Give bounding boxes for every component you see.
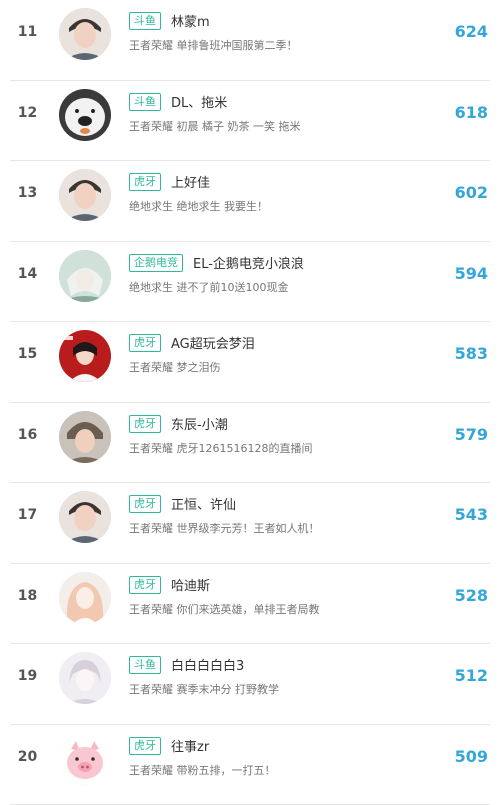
- score-value: 624: [455, 22, 488, 41]
- list-item[interactable]: 18 虎牙哈迪斯王者荣耀 你们来选英雄，单排王者局教 528: [0, 564, 500, 645]
- streamer-name[interactable]: 往事zr: [171, 736, 209, 755]
- rank-number: 16: [0, 427, 55, 443]
- stream-description: 王者荣耀 初晨 橘子 奶茶 一笑 拖米: [129, 118, 300, 134]
- platform-tag: 企鹅电竞: [129, 254, 183, 272]
- score-value: 528: [455, 586, 488, 605]
- stream-description: 王者荣耀 梦之泪伤: [129, 359, 221, 375]
- list-item[interactable]: 19 斗鱼白白白白白3 王者荣耀 赛季末冲分 打野教学 512: [0, 644, 500, 725]
- score-value: 579: [455, 425, 488, 444]
- stream-description: 绝地求生 绝地求生 我要生！: [129, 198, 268, 214]
- score-value: 602: [455, 183, 488, 202]
- streamer-name[interactable]: DL、拖米: [171, 92, 227, 111]
- streamer-name[interactable]: 哈迪斯: [171, 575, 210, 594]
- avatar[interactable]: [59, 652, 111, 704]
- score-value: 618: [455, 103, 488, 122]
- list-item[interactable]: 20 虎牙往事zr 王者荣耀 带粉五排，一打五！ 509: [0, 725, 500, 805]
- list-item[interactable]: 13 虎牙上好佳绝地求生 绝地求生 我要生！ 602: [0, 161, 500, 242]
- streamer-name[interactable]: 东辰-小潮: [171, 414, 228, 433]
- stream-description: 王者荣耀 世界级李元芳！王者如人机！: [129, 520, 320, 536]
- streamer-name[interactable]: 正恒、许仙: [171, 494, 236, 513]
- list-item[interactable]: 14 企鹅电竞 EL-企鹅电竞小浪浪绝地求生 进不了前10送100现金 594: [0, 242, 500, 323]
- score-value: 509: [455, 747, 488, 766]
- stream-description: 王者荣耀 你们来选英雄，单排王者局教: [129, 601, 320, 617]
- score-value: 594: [455, 264, 488, 283]
- platform-tag: 斗鱼: [129, 12, 161, 30]
- ranking-list: 11斗鱼林蒙m王者荣耀 单排鲁班冲国服第二季！62412斗鱼DL、拖米王者荣耀 …: [0, 0, 500, 805]
- rank-number: 19: [0, 668, 55, 684]
- list-item[interactable]: 16 虎牙东辰-小潮王者荣耀 虎牙1261516128的直播间 579: [0, 403, 500, 484]
- streamer-name[interactable]: 林蒙m: [171, 11, 210, 30]
- streamer-name[interactable]: 上好佳: [171, 172, 210, 191]
- platform-tag: 虎牙: [129, 415, 161, 433]
- platform-tag: 虎牙: [129, 173, 161, 191]
- score-value: 583: [455, 344, 488, 363]
- list-item[interactable]: 15 虎牙 AG超玩会梦泪王者荣耀 梦之泪伤 583: [0, 322, 500, 403]
- rank-number: 18: [0, 588, 55, 604]
- rank-number: 17: [0, 507, 55, 523]
- avatar[interactable]: [59, 491, 111, 543]
- rank-number: 11: [0, 24, 55, 40]
- streamer-name[interactable]: AG超玩会梦泪: [171, 333, 255, 352]
- rank-number: 20: [0, 749, 55, 765]
- platform-tag: 斗鱼: [129, 93, 161, 111]
- avatar[interactable]: [59, 169, 111, 221]
- platform-tag: 虎牙: [129, 334, 161, 352]
- avatar[interactable]: [59, 411, 111, 463]
- platform-tag: 虎牙: [129, 495, 161, 513]
- rank-number: 12: [0, 105, 55, 121]
- score-value: 543: [455, 505, 488, 524]
- rank-number: 13: [0, 185, 55, 201]
- list-item[interactable]: 11 斗鱼林蒙m 王者荣耀 单排鲁班冲国服第二季！ 624: [0, 0, 500, 81]
- avatar[interactable]: [59, 330, 111, 382]
- stream-description: 王者荣耀 虎牙1261516128的直播间: [129, 440, 312, 456]
- rank-number: 14: [0, 266, 55, 282]
- avatar[interactable]: [59, 733, 111, 785]
- streamer-name[interactable]: EL-企鹅电竞小浪浪: [193, 253, 304, 272]
- rank-number: 15: [0, 346, 55, 362]
- list-item[interactable]: 17 虎牙正恒、许仙王者荣耀 世界级李元芳！王者如人机！ 543: [0, 483, 500, 564]
- stream-description: 王者荣耀 单排鲁班冲国服第二季！: [129, 37, 298, 53]
- streamer-name[interactable]: 白白白白白3: [171, 655, 244, 674]
- platform-tag: 虎牙: [129, 576, 161, 594]
- avatar[interactable]: [59, 250, 111, 302]
- stream-description: 王者荣耀 带粉五排，一打五！: [129, 762, 276, 778]
- stream-description: 王者荣耀 赛季末冲分 打野教学: [129, 681, 279, 697]
- list-item[interactable]: 12 斗鱼 DL、拖米王者荣耀 初晨 橘子 奶茶 一笑 拖米 618: [0, 81, 500, 162]
- avatar[interactable]: [59, 89, 111, 141]
- platform-tag: 斗鱼: [129, 656, 161, 674]
- avatar[interactable]: [59, 572, 111, 624]
- stream-description: 绝地求生 进不了前10送100现金: [129, 279, 289, 295]
- avatar[interactable]: [59, 8, 111, 60]
- platform-tag: 虎牙: [129, 737, 161, 755]
- score-value: 512: [455, 666, 488, 685]
